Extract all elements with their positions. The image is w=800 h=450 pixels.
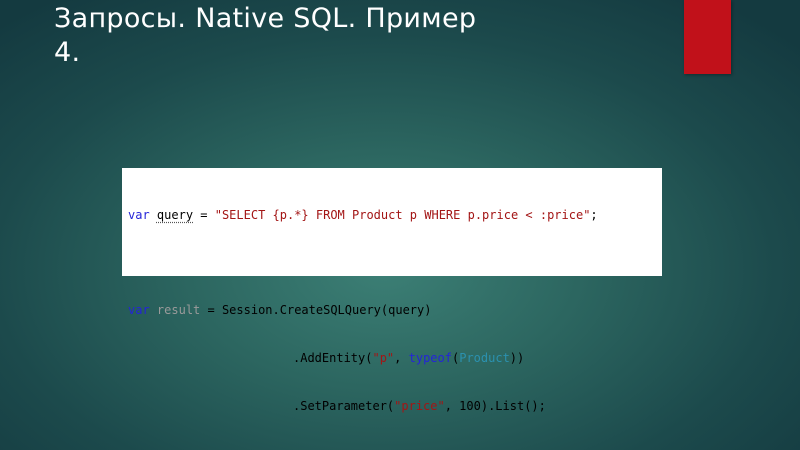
paren-close: )) xyxy=(509,351,525,365)
list-call: , 100).List(); xyxy=(444,399,546,413)
keyword-var: var xyxy=(128,208,150,222)
code-line-5: .SetParameter("price", 100).List(); xyxy=(128,398,662,414)
identifier-result: result xyxy=(156,303,201,317)
add-entity-call: .AddEntity( xyxy=(293,351,373,365)
string-literal-p: "p" xyxy=(372,351,395,365)
type-product: Product xyxy=(459,351,510,365)
create-sql-query-call: = Session.CreateSQLQuery(query) xyxy=(200,303,432,317)
slide-title: Запросы. Native SQL. Пример 4. xyxy=(54,3,477,68)
comma: , xyxy=(394,351,409,365)
code-line-4: .AddEntity("p", typeof(Product)) xyxy=(128,350,662,366)
keyword-typeof: typeof xyxy=(408,351,452,365)
identifier-query: query xyxy=(156,208,194,222)
set-parameter-call: .SetParameter( xyxy=(293,399,395,413)
sql-string-literal: "SELECT {p.*} FROM Product p WHERE p.pri… xyxy=(214,208,591,222)
code-line-3: var result = Session.CreateSQLQuery(quer… xyxy=(128,302,662,318)
semicolon: ; xyxy=(590,208,598,222)
red-accent-bar xyxy=(684,0,731,74)
assign-operator: = xyxy=(193,208,215,222)
code-snippet: var query = "SELECT {p.*} FROM Product p… xyxy=(122,168,662,413)
keyword-var: var xyxy=(128,303,150,317)
code-line-1: var query = "SELECT {p.*} FROM Product p… xyxy=(128,207,662,223)
string-literal-price: "price" xyxy=(394,399,445,413)
